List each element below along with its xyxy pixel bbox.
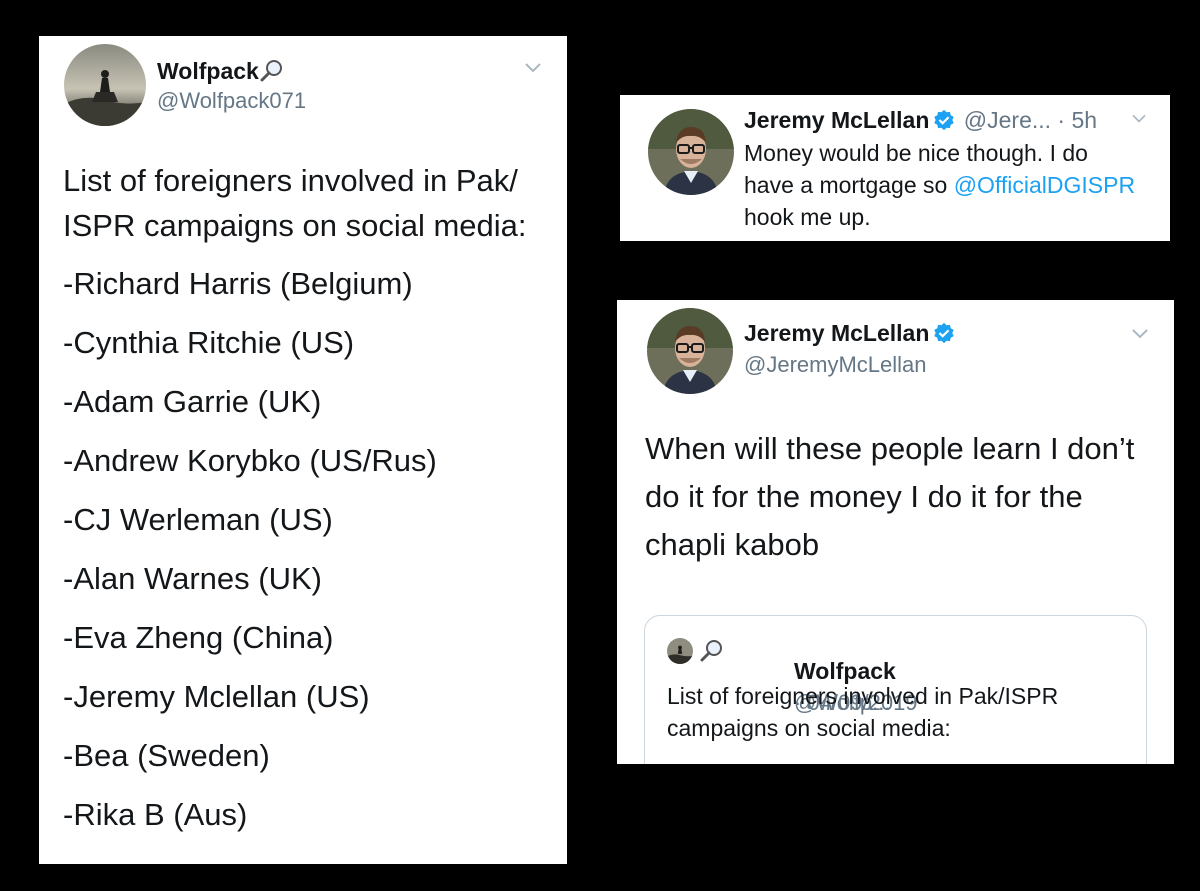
list-item: -Andrew Korybko (US/Rus)	[63, 443, 437, 478]
author-name-text: Wolfpack	[157, 58, 259, 84]
wolfpack-avatar[interactable]	[64, 44, 146, 126]
list-item: -Alan Warnes (UK)	[63, 561, 322, 596]
wolfpack-tweet-card: Wolfpack @Wolfpack071 List of foreigners…	[39, 36, 567, 864]
quoted-tweet-text: List of foreigners involved in Pak/ISPR …	[667, 683, 1059, 741]
jeremy-quote-tweet-card: Jeremy McLellan @JeremyMcLellan When wil…	[617, 300, 1174, 764]
author-handle[interactable]: @Wolfpack071	[157, 88, 306, 114]
timestamp[interactable]: · 5h	[1057, 107, 1097, 133]
list-item: -Richard Harris (Belgium)	[63, 266, 413, 301]
verified-badge-icon	[933, 322, 955, 350]
jeremy-avatar[interactable]	[648, 109, 734, 195]
list-item: -Jeremy Mclellan (US)	[63, 679, 370, 714]
author-name[interactable]: Jeremy McLellan	[744, 320, 957, 350]
list-item: -Rika B (Aus)	[63, 797, 248, 832]
author-name-text: Jeremy McLellan	[744, 320, 930, 346]
tweet-text: When will these people learn I don’t do …	[645, 431, 1135, 562]
chevron-down-icon[interactable]	[523, 60, 543, 79]
magnifying-glass-icon	[260, 58, 284, 88]
list-item: -Eva Zheng (China)	[63, 620, 334, 655]
jeremy-reply-card: Jeremy McLellan @Jere... · 5h Money woul…	[620, 95, 1170, 241]
quoted-tweet[interactable]: Wolfpack @Wolfp... · 04/09/2019 List of …	[644, 615, 1147, 764]
list-item: -Adam Garrie (UK)	[63, 384, 322, 419]
wolfpack-avatar	[667, 638, 693, 664]
verified-badge-icon	[933, 109, 955, 137]
tweet-text: List of foreigners involved in Pak/ ISPR…	[63, 163, 527, 243]
tweet-text-part: hook me up.	[744, 204, 871, 230]
tweet-header: Jeremy McLellan @Jere... · 5h	[744, 107, 1097, 137]
chevron-down-icon[interactable]	[1130, 326, 1150, 345]
author-handle[interactable]: @Jere...	[964, 107, 1051, 133]
mention-link[interactable]: @OfficialDGISPR	[954, 172, 1135, 198]
magnifying-glass-icon	[700, 638, 724, 668]
author-handle[interactable]: @JeremyMcLellan	[744, 352, 927, 378]
list-item: -Bea (Sweden)	[63, 738, 270, 773]
jeremy-avatar[interactable]	[647, 308, 733, 394]
author-name[interactable]: Wolfpack	[157, 58, 284, 88]
list-item: -CJ Werleman (US)	[63, 502, 333, 537]
quoted-tweet-header: Wolfpack @Wolfp... · 04/09/2019	[667, 638, 918, 715]
author-name[interactable]: Jeremy McLellan	[744, 107, 929, 133]
chevron-down-icon[interactable]	[1130, 111, 1148, 129]
list-item: -Cynthia Ritchie (US)	[63, 325, 355, 360]
tweet-text: Money would be nice though. I do have a …	[744, 137, 1144, 233]
